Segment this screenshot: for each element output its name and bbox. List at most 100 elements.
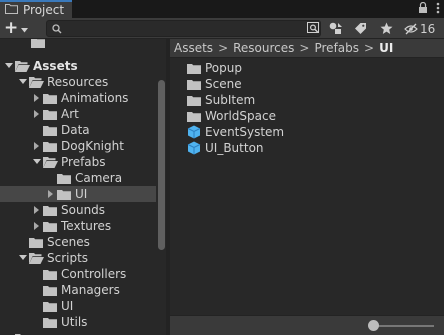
lock-icon[interactable] xyxy=(418,1,428,16)
collapsed-arrow-icon[interactable] xyxy=(46,186,56,202)
collapsed-arrow-icon[interactable] xyxy=(32,90,42,106)
asset-item-eventsystem[interactable]: EventSystem xyxy=(186,124,284,140)
tree-item-scripts-ui[interactable]: UI xyxy=(0,298,156,314)
plus-icon: + xyxy=(4,18,19,38)
asset-pane: Assets > Resources > Prefabs > UI Popup … xyxy=(170,39,444,335)
filter-by-label-button[interactable] xyxy=(350,20,370,37)
folder-icon xyxy=(186,108,202,124)
hidden-packages-toggle[interactable]: 16 xyxy=(404,20,435,37)
tree-item-camera[interactable]: Camera xyxy=(0,170,156,186)
tree-item-managers[interactable]: Managers xyxy=(0,282,156,298)
chevron-down-icon xyxy=(21,22,29,36)
search-field[interactable] xyxy=(46,20,321,37)
star-icon xyxy=(380,22,392,34)
tree-item-art[interactable]: Art xyxy=(0,106,156,122)
chevron-right-icon: > xyxy=(218,41,229,55)
expand-arrow-icon[interactable] xyxy=(4,58,14,74)
tree-item-label: Sounds xyxy=(61,203,106,217)
folder-open-icon xyxy=(14,58,30,74)
search-by-type-icon xyxy=(307,22,319,33)
tree-item-assets[interactable]: Assets xyxy=(0,58,156,74)
tree-row-partial xyxy=(0,330,156,335)
search-input[interactable] xyxy=(67,21,317,36)
collapsed-arrow-icon[interactable] xyxy=(32,202,42,218)
folder-icon xyxy=(42,298,58,314)
project-toolbar: + 16 xyxy=(0,18,444,39)
folder-icon xyxy=(186,76,202,92)
folder-icon xyxy=(56,186,72,202)
collapsed-arrow-icon[interactable] xyxy=(32,218,42,234)
folder-icon xyxy=(42,202,58,218)
zoom-slider-track[interactable] xyxy=(374,325,434,327)
more-options-icon[interactable] xyxy=(436,2,440,17)
tree-item-label: DogKnight xyxy=(61,139,124,153)
folder-tree[interactable]: Assets Resources Animations Art Data Dog… xyxy=(0,39,166,335)
tree-item-utils[interactable]: Utils xyxy=(0,314,156,330)
tree-row-partial xyxy=(0,39,156,50)
folder-icon xyxy=(42,314,58,330)
folder-open-icon xyxy=(28,74,44,90)
tree-item-label: Scripts xyxy=(47,251,89,265)
tree-item-label: Animations xyxy=(61,91,129,105)
tree-item-label: Controllers xyxy=(61,267,127,281)
breadcrumb-item-prefabs[interactable]: Prefabs xyxy=(314,41,359,55)
tree-scrollbar-thumb[interactable] xyxy=(158,80,165,250)
shapes-icon xyxy=(329,22,342,34)
tree-item-label: UI xyxy=(61,299,74,313)
tree-scrollbar[interactable] xyxy=(156,42,166,332)
tree-item-scripts[interactable]: Scripts xyxy=(0,250,156,266)
tree-item-controllers[interactable]: Controllers xyxy=(0,266,156,282)
create-button[interactable]: + xyxy=(4,20,36,37)
tree-item-label: Managers xyxy=(61,283,120,297)
asset-item-scene[interactable]: Scene xyxy=(186,76,242,92)
tree-item-label: Scenes xyxy=(47,235,90,249)
tree-item-label: Textures xyxy=(61,219,112,233)
folder-icon xyxy=(42,90,58,106)
tree-item-label: Camera xyxy=(75,171,123,185)
breadcrumb-item-resources[interactable]: Resources xyxy=(233,41,294,55)
folder-open-icon xyxy=(28,250,44,266)
asset-item-worldspace[interactable]: WorldSpace xyxy=(186,108,276,124)
search-by-type-button[interactable] xyxy=(304,20,324,37)
tree-item-sounds[interactable]: Sounds xyxy=(0,202,156,218)
tree-item-resources[interactable]: Resources xyxy=(0,74,156,90)
tree-item-label: UI xyxy=(75,187,88,201)
tab-project[interactable]: Project xyxy=(0,0,72,18)
tree-item-data[interactable]: Data xyxy=(0,122,156,138)
expand-arrow-icon[interactable] xyxy=(32,154,42,170)
asset-label: Popup xyxy=(205,61,242,75)
search-icon xyxy=(52,24,62,34)
tree-item-scenes[interactable]: Scenes xyxy=(0,234,156,250)
folder-icon xyxy=(42,266,58,282)
asset-item-popup[interactable]: Popup xyxy=(186,60,242,76)
folder-icon xyxy=(42,218,58,234)
tree-item-ui-selected[interactable]: UI xyxy=(0,186,156,202)
tree-item-animations[interactable]: Animations xyxy=(0,90,156,106)
expand-arrow-icon[interactable] xyxy=(18,74,28,90)
collapsed-arrow-icon[interactable] xyxy=(32,138,42,154)
folder-icon xyxy=(42,106,58,122)
tree-item-prefabs[interactable]: Prefabs xyxy=(0,154,156,170)
folder-icon xyxy=(186,92,202,108)
breadcrumb-item-ui[interactable]: UI xyxy=(379,41,393,55)
folder-icon xyxy=(42,282,58,298)
breadcrumb: Assets > Resources > Prefabs > UI xyxy=(170,39,444,58)
tree-item-textures[interactable]: Textures xyxy=(0,218,156,234)
collapsed-arrow-icon[interactable] xyxy=(32,106,42,122)
asset-item-ui-button[interactable]: UI_Button xyxy=(186,140,264,156)
folder-open-icon xyxy=(42,154,58,170)
tab-bar: Project xyxy=(0,0,444,18)
folder-icon xyxy=(28,234,44,250)
breadcrumb-item-assets[interactable]: Assets xyxy=(174,41,213,55)
zoom-slider-handle[interactable] xyxy=(368,320,379,331)
favorites-button[interactable] xyxy=(376,20,396,37)
expand-arrow-icon xyxy=(4,330,14,335)
expand-arrow-icon[interactable] xyxy=(18,250,28,266)
tree-item-label: Utils xyxy=(61,315,88,329)
folder-icon xyxy=(42,138,58,154)
tree-item-label: Art xyxy=(61,107,79,121)
chevron-right-icon: > xyxy=(299,41,310,55)
filter-by-type-button[interactable] xyxy=(326,20,346,37)
tree-item-dogknight[interactable]: DogKnight xyxy=(0,138,156,154)
asset-item-subitem[interactable]: SubItem xyxy=(186,92,255,108)
